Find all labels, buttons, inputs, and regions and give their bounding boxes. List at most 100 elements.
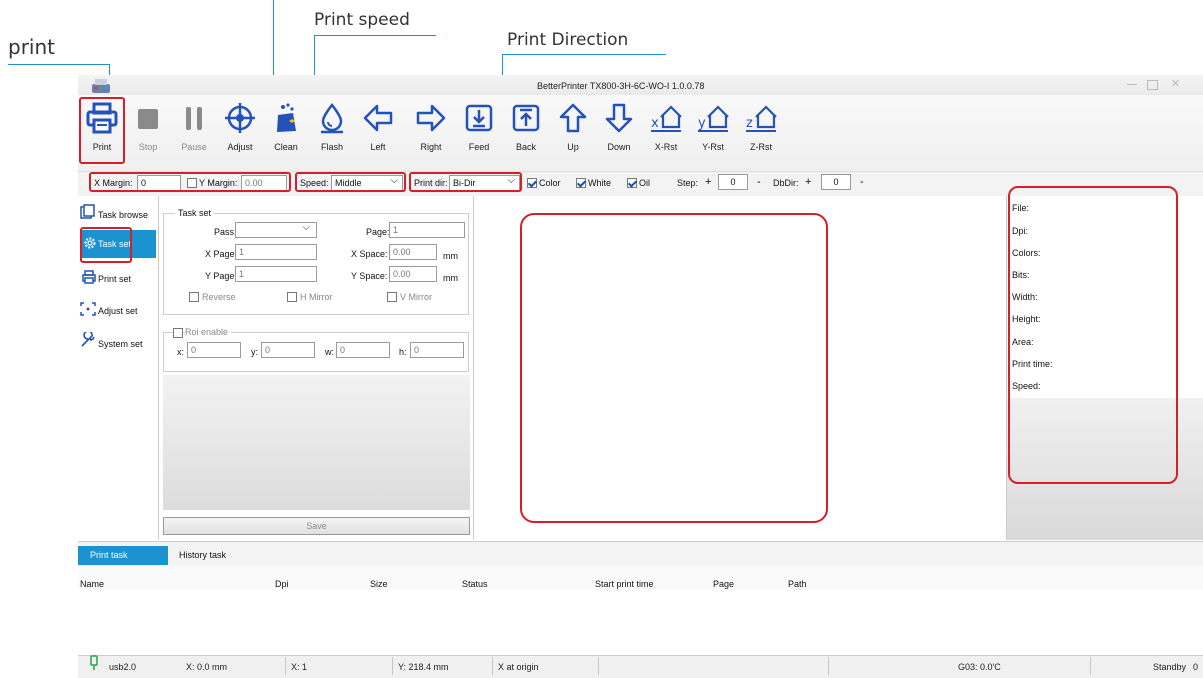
page-input[interactable]: 1 — [389, 222, 465, 238]
x-reset-button[interactable]: x X-Rst — [643, 97, 689, 161]
step-plus-button[interactable]: + — [705, 176, 711, 188]
tab-history-task[interactable]: History task — [179, 550, 226, 560]
pass-label: Pass: — [214, 227, 237, 237]
adjust-button[interactable]: Adjust — [217, 97, 263, 161]
v-mirror-checkbox[interactable] — [387, 292, 397, 302]
nav-adjust-set[interactable]: Adjust set — [80, 297, 156, 325]
annotation-print-speed: Print speed — [314, 10, 410, 30]
status-x-count: X: 1 — [291, 662, 308, 672]
arrow-down-icon — [605, 103, 633, 133]
nav-print-set[interactable]: Print set — [80, 265, 156, 293]
speed-highlight — [295, 172, 406, 192]
save-button[interactable]: Save — [163, 517, 470, 535]
roi-w-input[interactable]: 0 — [336, 342, 390, 358]
pause-button[interactable]: Pause — [171, 97, 217, 161]
col-dpi[interactable]: Dpi — [275, 579, 289, 589]
pass-select[interactable]: ⌵ — [235, 222, 317, 238]
nav-system-set[interactable]: System set — [80, 330, 156, 358]
tab-print-task[interactable]: Print task — [78, 546, 168, 565]
stop-label: Stop — [138, 142, 158, 152]
color-checkbox[interactable] — [527, 178, 537, 188]
app-logo-icon — [90, 78, 112, 96]
clean-button[interactable]: Clean — [263, 97, 309, 161]
status-count: 0 — [1193, 662, 1199, 672]
roi-w-label: w: — [325, 347, 334, 357]
dbdir-plus-button[interactable]: + — [805, 176, 811, 188]
usb-icon — [90, 655, 98, 670]
v-mirror-label: V Mirror — [400, 292, 432, 302]
svg-text:y: y — [698, 116, 706, 131]
oil-checkbox[interactable] — [627, 178, 637, 188]
status-state: Standby — [1153, 662, 1187, 672]
x-space-input[interactable]: 0.00 — [389, 244, 437, 260]
feed-button[interactable]: Feed — [456, 97, 502, 161]
col-path[interactable]: Path — [788, 579, 807, 589]
roi-enable-checkbox[interactable] — [173, 328, 183, 338]
col-status[interactable]: Status — [462, 579, 488, 589]
z-reset-label: Z-Rst — [750, 142, 772, 152]
nav-task-browse[interactable]: Task browse — [80, 201, 156, 229]
dbdir-minus-button[interactable]: - — [860, 176, 864, 188]
reverse-label: Reverse — [202, 292, 236, 302]
y-reset-button[interactable]: y Y-Rst — [690, 97, 736, 161]
droplet-icon — [321, 103, 343, 134]
step-input[interactable]: 0 — [718, 174, 748, 190]
close-icon[interactable]: ✕ — [1171, 77, 1180, 90]
print-button-highlight — [79, 97, 125, 164]
y-space-label: Y Space: — [351, 271, 388, 281]
x-page-label: X Page: — [205, 249, 238, 259]
window-title: BetterPrinter TX800-3H-6C-WO-I 1.0.0.78 — [537, 81, 705, 91]
roi-h-input[interactable]: 0 — [410, 342, 464, 358]
dbdir-input[interactable]: 0 — [821, 174, 851, 190]
arrow-up-icon — [559, 103, 587, 133]
col-name[interactable]: Name — [80, 579, 104, 589]
clean-label: Clean — [274, 142, 298, 152]
x-page-input[interactable]: 1 — [235, 244, 317, 260]
flash-button[interactable]: Flash — [309, 97, 355, 161]
left-button[interactable]: Left — [355, 97, 401, 161]
minimize-icon[interactable] — [1127, 84, 1137, 85]
down-button[interactable]: Down — [596, 97, 642, 161]
status-bar — [78, 655, 1203, 678]
white-label: White — [588, 178, 612, 188]
col-page[interactable]: Page — [713, 579, 734, 589]
left-label: Left — [370, 142, 386, 152]
z-reset-button[interactable]: z Z-Rst — [738, 97, 784, 161]
col-start-print-time[interactable]: Start print time — [595, 579, 654, 589]
y-space-unit: mm — [443, 273, 458, 283]
up-label: Up — [567, 142, 579, 152]
crosshair-icon — [225, 103, 255, 133]
z-reset-icon: z — [746, 105, 777, 132]
color-label: Color — [539, 178, 561, 188]
feed-label: Feed — [468, 142, 490, 152]
right-button[interactable]: Right — [408, 97, 454, 161]
info-highlight — [1008, 186, 1178, 484]
stop-button[interactable]: Stop — [125, 97, 171, 161]
col-size[interactable]: Size — [370, 579, 388, 589]
y-page-input[interactable]: 1 — [235, 266, 317, 282]
roi-enable-label: Roi enable — [185, 327, 232, 337]
y-reset-label: Y-Rst — [702, 142, 724, 152]
roi-x-input[interactable]: 0 — [187, 342, 241, 358]
x-space-label: X Space: — [351, 249, 388, 259]
up-button[interactable]: Up — [550, 97, 596, 161]
status-x-state: X at origin — [498, 662, 539, 672]
back-button[interactable]: Back — [503, 97, 549, 161]
preview-highlight — [520, 213, 828, 523]
y-space-input[interactable]: 0.00 — [389, 266, 437, 282]
oil-label: Oil — [639, 178, 650, 188]
h-mirror-checkbox[interactable] — [287, 292, 297, 302]
dbdir-label: DbDir: — [773, 178, 799, 188]
maximize-icon[interactable] — [1147, 80, 1158, 90]
white-checkbox[interactable] — [576, 178, 586, 188]
chevron-down-icon: ⌵ — [302, 222, 310, 233]
stop-icon — [138, 109, 158, 129]
reverse-checkbox[interactable] — [189, 292, 199, 302]
step-label: Step: — [677, 178, 699, 188]
step-minus-button[interactable]: - — [757, 176, 761, 188]
annotation-print-line — [8, 64, 110, 65]
roi-y-input[interactable]: 0 — [261, 342, 315, 358]
feed-icon — [465, 104, 493, 132]
svg-text:x: x — [651, 116, 659, 131]
roi-h-label: h: — [399, 347, 407, 357]
